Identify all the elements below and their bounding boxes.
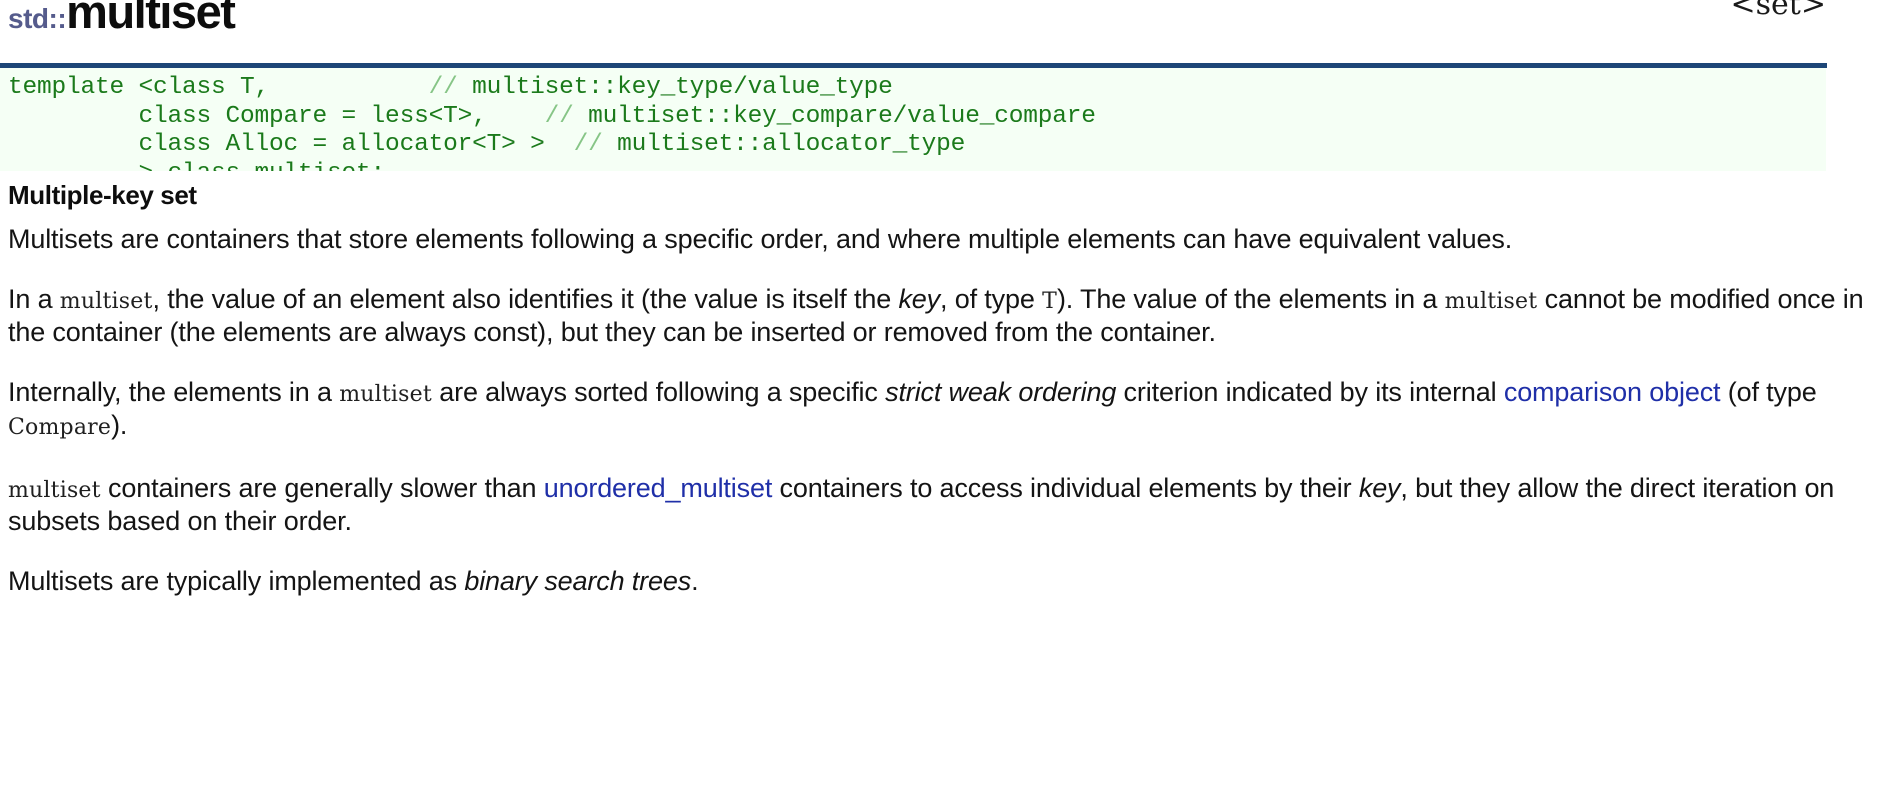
inline-code: multiset <box>59 288 153 314</box>
text-run: , of type <box>940 283 1043 314</box>
comment-slashes: // <box>428 74 458 101</box>
text-run: (of type <box>1720 376 1817 407</box>
text-run: are always sorted following a specific <box>431 376 886 407</box>
section-subheading: Multiple-key set <box>8 180 197 210</box>
declaration-code: template <class T, // multiset::key_type… <box>0 74 1826 171</box>
page-content: Multiple-key set Multisets are container… <box>0 179 1883 596</box>
emphasis-text: key <box>898 283 941 314</box>
page-title: std::multiset <box>8 0 236 38</box>
code-line-text: template <class T, <box>8 74 270 101</box>
paragraph-intro: Multisets are containers that store elem… <box>8 224 1875 254</box>
code-line-text: class Alloc = allocator<T> > <box>8 131 545 158</box>
paragraph-key-semantics: In a multiset, the value of an element a… <box>8 284 1875 347</box>
comment-slashes: // <box>544 102 574 130</box>
inline-code: multiset <box>339 381 432 407</box>
inline-code: Compare <box>8 414 112 440</box>
code-line-text: class Compare = less<T>, <box>8 102 487 130</box>
reference-page: std::multiset <set> template <class T, /… <box>0 0 1883 800</box>
emphasis-text: binary search trees <box>464 565 692 596</box>
link-comparison-object[interactable]: comparison object <box>1504 377 1721 407</box>
text-run: containers are generally slower than <box>100 472 544 503</box>
emphasis-text: strict weak ordering <box>885 376 1117 407</box>
text-run: containers to access individual elements… <box>772 472 1359 503</box>
code-line: template <class T, // multiset::key_type… <box>8 74 1826 103</box>
include-header-label: <set> <box>1730 0 1826 22</box>
emphasis-text: key <box>1358 472 1401 503</box>
declaration-code-block: template <class T, // multiset::key_type… <box>0 68 1826 171</box>
code-line: > class multiset; <box>8 160 1826 172</box>
code-line-pad <box>545 131 574 158</box>
inline-code: T <box>1042 288 1057 314</box>
text-run: . <box>691 565 699 596</box>
text-run: , the value of an element also identifie… <box>152 283 899 314</box>
paragraph-implementation: Multisets are typically implemented as b… <box>8 566 1875 596</box>
text-run: ). The value of the elements in a <box>1056 283 1445 314</box>
code-line: class Alloc = allocator<T> > // multiset… <box>8 131 1826 160</box>
text-run: Internally, the elements in a <box>8 376 340 407</box>
paragraph-performance: multiset containers are generally slower… <box>8 473 1875 536</box>
text-run: Multisets are typically implemented as <box>8 565 465 596</box>
text-run: criterion indicated by its internal <box>1116 376 1504 407</box>
link-unordered-multiset[interactable]: unordered_multiset <box>544 473 773 503</box>
inline-code: multiset <box>1444 288 1538 314</box>
code-line: class Compare = less<T>, // multiset::ke… <box>8 103 1826 132</box>
text-run: ). <box>111 409 128 440</box>
code-line-comment: // multiset::key_type/value_type <box>428 74 893 101</box>
code-line-pad <box>269 74 429 101</box>
code-line-text: > class multiset; <box>8 160 386 172</box>
paragraph-ordering: Internally, the elements in a multiset a… <box>8 377 1875 443</box>
comment-slashes: // <box>573 131 603 158</box>
page-title-namespace: std:: <box>8 3 67 34</box>
text-run: In a <box>8 283 60 314</box>
code-line-comment: // multiset::key_compare/value_compare <box>544 102 1096 130</box>
page-title-name: multiset <box>66 0 236 38</box>
code-line-pad <box>487 103 545 130</box>
code-line-comment: // multiset::allocator_type <box>573 131 966 158</box>
inline-code: multiset <box>8 477 101 503</box>
text-run: Multisets are containers that store elem… <box>8 223 1513 254</box>
page-header: std::multiset <set> <box>0 0 1883 63</box>
